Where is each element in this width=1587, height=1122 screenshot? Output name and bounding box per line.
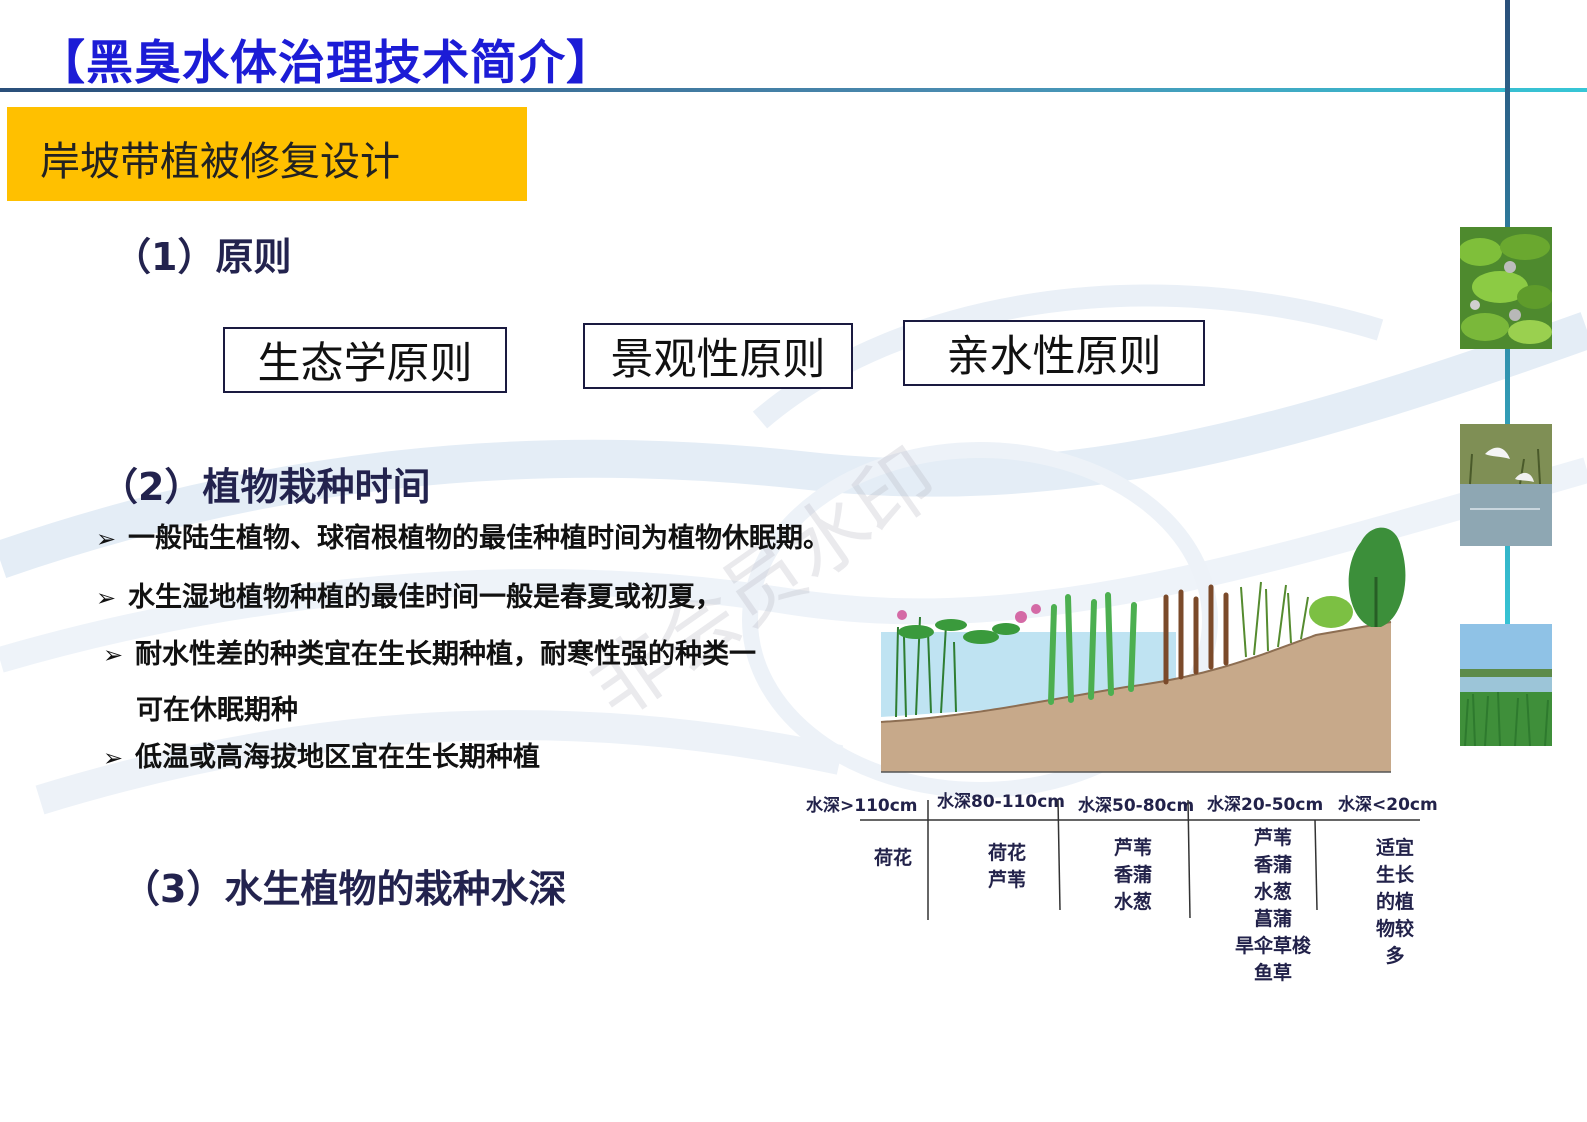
plant-list-zone-2: 荷花 芦苇 (972, 840, 1042, 894)
plant-name: 旱伞草梭 (1234, 935, 1311, 957)
planting-depth-heading: （3）水生植物的栽种水深 (122, 867, 567, 911)
plant-name: 芦苇 (1253, 827, 1292, 849)
plant-name: 菖蒲 (1253, 908, 1292, 930)
principles-heading: （1）原则 (113, 235, 292, 279)
plant-name: 水葱 (1253, 881, 1292, 903)
plant-name: 鱼草 (1253, 962, 1292, 984)
bullet-item: ➢ 低温或高海拔地区宜在生长期种植 (103, 735, 540, 774)
bullet-arrow-icon: ➢ (96, 584, 117, 612)
bullet-arrow-icon: ➢ (103, 641, 124, 669)
plant-list-zone-3: 芦苇 香蒲 水葱 (1098, 835, 1168, 916)
plant-name: 的植 (1375, 891, 1414, 913)
plant-name: 物较 (1375, 918, 1414, 940)
moss-rocks-photo (1460, 227, 1552, 349)
principle-landscape-box: 景观性原则 (583, 323, 853, 389)
bullet-continuation: 可在休眠期种 (136, 695, 298, 726)
plant-name: 适宜 (1375, 837, 1414, 859)
bullet-arrow-icon: ➢ (103, 744, 124, 772)
plant-name: 生长 (1375, 864, 1414, 886)
plant-name: 芦苇 (1113, 837, 1152, 859)
bullet-text: 耐水性差的种类宜在生长期种植，耐寒性强的种类一 (135, 639, 756, 670)
bullet-item: ➢ 耐水性差的种类宜在生长期种植，耐寒性强的种类一 (103, 632, 756, 671)
plant-list-zone-1: 荷花 (858, 845, 928, 872)
wetland-cross-section-illustration (880, 527, 1406, 773)
section-title: 岸坡带植被修复设计 (40, 139, 400, 185)
plant-name: 多 (1385, 945, 1405, 967)
bullet-text: 低温或高海拔地区宜在生长期种植 (135, 742, 540, 773)
marsh-landscape-photo (1460, 624, 1552, 746)
principle-ecology-box: 生态学原则 (223, 327, 507, 393)
bullet-text: 水生湿地植物种植的最佳时间一般是春夏或初夏， (128, 582, 722, 613)
plant-name: 荷花 (987, 842, 1026, 864)
bullet-item: ➢ 水生湿地植物种植的最佳时间一般是春夏或初夏， (96, 575, 722, 614)
plant-name: 芦苇 (987, 869, 1026, 891)
plant-name: 荷花 (873, 847, 912, 869)
plant-name: 香蒲 (1253, 854, 1292, 876)
planting-time-heading: （2）植物栽种时间 (100, 465, 431, 509)
bullet-text: 一般陆生植物、球宿根植物的最佳种植时间为植物休眠期。 (128, 523, 830, 554)
plant-list-zone-4: 芦苇 香蒲 水葱 菖蒲 旱伞草梭 鱼草 (1218, 825, 1328, 987)
slide-title: 【黑臭水体治理技术简介】 (38, 36, 614, 91)
header-rule (0, 88, 1587, 92)
plant-name: 水葱 (1113, 891, 1152, 913)
principle-waterfront-box: 亲水性原则 (903, 320, 1205, 386)
egrets-wetland-photo (1460, 424, 1552, 546)
section-banner: 岸坡带植被修复设计 (7, 107, 527, 201)
bullet-arrow-icon: ➢ (96, 525, 117, 553)
bullet-item: ➢ 一般陆生植物、球宿根植物的最佳种植时间为植物休眠期。 (96, 516, 830, 555)
plant-name: 香蒲 (1113, 864, 1152, 886)
plant-list-zone-5: 适宜 生长 的植 物较 多 (1360, 835, 1430, 970)
